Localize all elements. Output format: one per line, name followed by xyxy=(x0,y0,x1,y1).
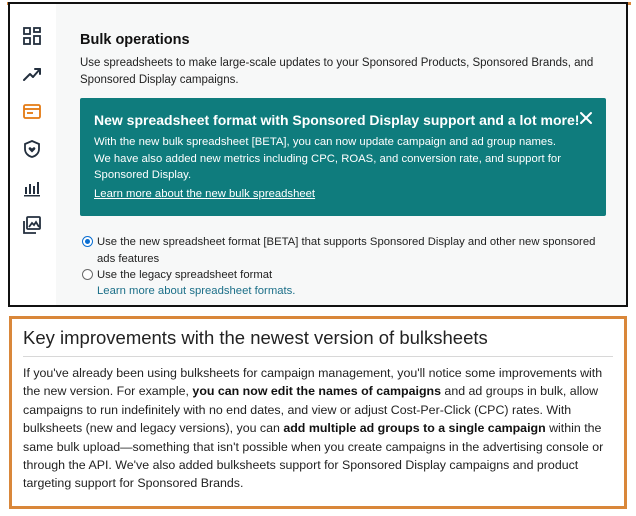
bar-chart-icon[interactable] xyxy=(22,178,42,198)
article-bold-text: you can now edit the names of campaigns xyxy=(192,384,441,399)
bulk-operations-screenshot: Bulk operations Use spreadsheets to make… xyxy=(8,2,628,307)
radio-button[interactable] xyxy=(82,269,93,280)
article-title: Key improvements with the newest version… xyxy=(23,327,488,348)
dashboard-grid-icon[interactable] xyxy=(22,26,42,46)
key-improvements-article: Key improvements with the newest version… xyxy=(9,316,627,509)
sidebar xyxy=(10,4,57,305)
article-body: If you've already been using bulksheets … xyxy=(23,364,619,493)
banner-body: With the new bulk spreadsheet [BETA], yo… xyxy=(94,134,564,184)
banner-body-line: With the new bulk spreadsheet [BETA], yo… xyxy=(94,136,556,148)
article-bold-text: add multiple ad groups to a single campa… xyxy=(283,421,546,436)
trend-chart-icon[interactable] xyxy=(22,64,42,84)
learn-more-formats-link[interactable]: Learn more about spreadsheet formats. xyxy=(97,285,295,297)
bulk-operations-icon[interactable] xyxy=(22,101,42,121)
radio-label: Use the legacy spreadsheet format xyxy=(97,269,273,281)
page-description: Use spreadsheets to make large-scale upd… xyxy=(80,57,594,86)
divider xyxy=(23,356,613,357)
banner-body-line: We have also added new metrics including… xyxy=(94,152,561,182)
main-content: Bulk operations Use spreadsheets to make… xyxy=(56,4,626,305)
page-title: Bulk operations xyxy=(80,32,190,48)
media-gallery-icon[interactable] xyxy=(22,215,42,235)
radio-label: Use the new spreadsheet format [BETA] th… xyxy=(97,236,596,265)
new-format-banner: New spreadsheet format with Sponsored Di… xyxy=(80,98,606,216)
close-icon[interactable] xyxy=(578,110,594,126)
shield-heart-icon[interactable] xyxy=(22,139,42,159)
banner-title: New spreadsheet format with Sponsored Di… xyxy=(94,112,580,128)
radio-button-selected[interactable] xyxy=(82,236,93,247)
learn-more-bulk-spreadsheet-link[interactable]: Learn more about the new bulk spreadshee… xyxy=(94,188,315,200)
